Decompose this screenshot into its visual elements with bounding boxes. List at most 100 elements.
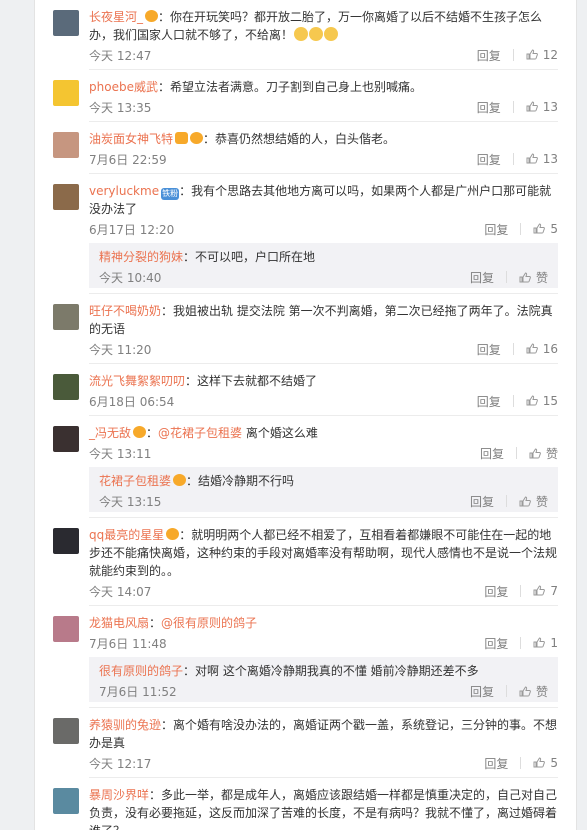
like-button[interactable]: 赞 — [529, 445, 558, 462]
comment-time: 今天 10:40 — [99, 270, 162, 285]
comment-username[interactable]: 养猿驯的兔逊 — [89, 718, 161, 732]
comment-text: 龙猫电风扇：@很有原则的鸽子 — [89, 614, 558, 632]
like-button[interactable]: 13 — [526, 100, 558, 114]
avatar[interactable] — [53, 10, 79, 36]
sub-comment-meta: 今天 13:15 回复 赞 — [99, 490, 548, 512]
comment-item: veryluckme 铁粉：我有个思路去其他地方离可以吗，如果两个人都是广州户口那… — [35, 174, 576, 294]
thumbs-up-icon — [526, 101, 538, 112]
like-button[interactable]: 12 — [526, 48, 558, 62]
comment-username[interactable]: 暴周沙界咩 — [89, 788, 149, 802]
reply-button[interactable]: 回复 — [480, 445, 504, 462]
vip-badge-icon — [175, 132, 189, 144]
thumbs-up-icon — [533, 637, 546, 648]
thumbs-up-icon — [533, 223, 546, 234]
action-divider — [520, 757, 522, 769]
comment-username[interactable]: 旺仔不喝奶奶 — [89, 304, 161, 318]
action-divider — [512, 343, 514, 355]
comment-actions: 回复 5 — [484, 221, 558, 238]
emoji-icon — [324, 27, 339, 41]
like-count: 5 — [550, 222, 558, 236]
reply-button[interactable]: 回复 — [484, 755, 508, 772]
comment-content: 龙猫电风扇：@很有原则的鸽子 7月6日 11:48 回复 1 很有原则的鸽子：对啊 这… — [89, 614, 558, 708]
comment-actions: 回复 15 — [477, 393, 558, 410]
comment-time: 今天 11:20 — [89, 342, 152, 357]
reply-button[interactable]: 回复 — [470, 683, 494, 700]
comment-body: ：不可以吧，户口所在地 — [183, 250, 316, 264]
reply-button[interactable]: 回复 — [477, 47, 501, 64]
avatar[interactable] — [53, 528, 79, 554]
reply-button[interactable]: 回复 — [477, 393, 501, 410]
like-button[interactable]: 13 — [526, 152, 558, 166]
action-divider — [520, 223, 522, 235]
comment-username[interactable]: 龙猫电风扇 — [89, 616, 149, 630]
reply-button[interactable]: 回复 — [470, 493, 494, 510]
like-button[interactable]: 7 — [533, 584, 558, 598]
member-badge-icon — [190, 132, 204, 144]
avatar[interactable] — [53, 184, 79, 210]
like-button[interactable]: 16 — [526, 342, 558, 356]
like-button[interactable]: 5 — [533, 756, 558, 770]
mention-link[interactable]: @花裙子包租婆 — [158, 426, 242, 440]
comment-item: 养猿驯的兔逊：离个婚有啥没办法的，离婚证两个戳一盖，系统登记，三分钟的事。不想办… — [35, 708, 576, 778]
comment-actions: 回复 7 — [484, 583, 558, 600]
like-button[interactable]: 1 — [533, 636, 558, 650]
avatar[interactable] — [53, 374, 79, 400]
comment-content: 旺仔不喝奶奶：我姐被出轨 提交法院 第一次不判离婚，第二次已经拖了两年了。法院真… — [89, 302, 558, 364]
comment-username[interactable]: 长夜星河_ — [89, 10, 143, 24]
avatar[interactable] — [53, 304, 79, 330]
comment-time: 今天 12:17 — [89, 756, 152, 771]
sub-comment-meta: 今天 10:40 回复 赞 — [99, 266, 548, 288]
mention-link[interactable]: @很有原则的鸽子 — [161, 616, 257, 630]
comment-meta: 今天 12:17 回复 5 — [89, 752, 558, 774]
comment-meta: 6月17日 12:20 回复 5 — [89, 218, 558, 240]
like-button[interactable]: 赞 — [519, 683, 548, 700]
avatar[interactable] — [53, 788, 79, 814]
reply-button[interactable]: 回复 — [484, 221, 508, 238]
avatar[interactable] — [53, 718, 79, 744]
reply-button[interactable]: 回复 — [477, 99, 501, 116]
like-count: 赞 — [545, 446, 558, 461]
reply-button[interactable]: 回复 — [477, 151, 501, 168]
verified-badge-icon: 铁粉 — [161, 188, 180, 200]
thumbs-up-icon — [519, 685, 531, 697]
action-divider — [515, 447, 517, 459]
like-button[interactable]: 15 — [526, 394, 558, 408]
thumbs-up-icon — [519, 271, 531, 283]
action-divider — [505, 271, 507, 283]
action-divider — [520, 637, 522, 649]
comment-content: 流光飞舞絮絮叨叨：这样下去就都不结婚了 6月18日 06:54 回复 15 — [89, 372, 558, 416]
avatar[interactable] — [53, 616, 79, 642]
reply-button[interactable]: 回复 — [484, 635, 508, 652]
reply-button[interactable]: 回复 — [470, 269, 494, 286]
like-button[interactable]: 赞 — [519, 493, 548, 510]
comment-body: ：对啊 这个离婚冷静期我真的不懂 婚前冷静期还差不多 — [183, 664, 479, 678]
comment-username[interactable]: 很有原则的鸽子 — [99, 664, 183, 678]
comment-actions: 回复 赞 — [470, 493, 548, 510]
comment-username[interactable]: 油炭面女神飞特 — [89, 132, 173, 146]
like-count: 赞 — [535, 684, 548, 699]
comment-time: 6月18日 06:54 — [89, 394, 175, 409]
sub-comment: 精神分裂的狗妹：不可以吧，户口所在地 今天 10:40 回复 赞 — [89, 243, 558, 288]
comment-text: 精神分裂的狗妹：不可以吧，户口所在地 — [99, 248, 548, 266]
comment-actions: 回复 13 — [477, 99, 558, 116]
comment-actions: 回复 赞 — [480, 445, 558, 462]
comment-username[interactable]: qq最亮的星星 — [89, 528, 164, 542]
comment-username[interactable]: phoebe威武 — [89, 80, 158, 94]
avatar[interactable] — [53, 132, 79, 158]
comment-username[interactable]: 花裙子包租婆 — [99, 474, 171, 488]
avatar[interactable] — [53, 426, 79, 452]
comment-username[interactable]: veryluckme — [89, 184, 159, 198]
comment-meta: 7月6日 22:59 回复 13 — [89, 148, 558, 170]
like-button[interactable]: 5 — [533, 222, 558, 236]
comment-username[interactable]: 精神分裂的狗妹 — [99, 250, 183, 264]
comment-username[interactable]: 流光飞舞絮絮叨叨 — [89, 374, 185, 388]
reply-button[interactable]: 回复 — [477, 341, 501, 358]
reply-button[interactable]: 回复 — [484, 583, 508, 600]
comment-body: ：希望立法者满意。刀子割到自己身上也别喊痛。 — [157, 80, 422, 94]
like-button[interactable]: 赞 — [519, 269, 548, 286]
comment-text: 油炭面女神飞特 ：恭喜仍然想结婚的人，白头偕老。 — [89, 130, 558, 148]
avatar[interactable] — [53, 80, 79, 106]
comment-username[interactable]: _冯无敌 — [89, 426, 131, 440]
action-divider — [520, 585, 522, 597]
page-scrollbar[interactable] — [579, 0, 587, 830]
